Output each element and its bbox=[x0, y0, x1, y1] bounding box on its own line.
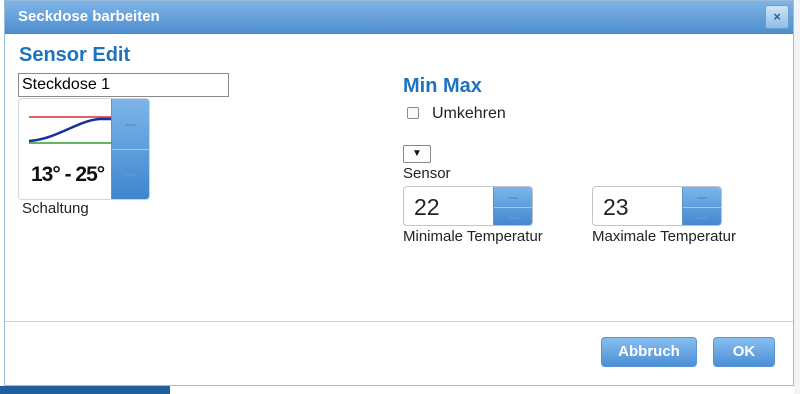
sensor-select[interactable]: ▼ bbox=[403, 145, 431, 163]
profile-down-button[interactable] bbox=[112, 149, 149, 199]
background-page-strip bbox=[794, 0, 800, 394]
ok-button[interactable]: OK bbox=[713, 337, 775, 367]
chevron-up-icon bbox=[697, 197, 707, 199]
edit-socket-dialog: Seckdose barbeiten × Sensor Edit 13° - 2… bbox=[4, 0, 794, 386]
min-temperature-value[interactable]: 22 bbox=[414, 194, 440, 221]
schaltung-label: Schaltung bbox=[22, 200, 89, 217]
cancel-button[interactable]: Abbruch bbox=[601, 337, 697, 367]
min-temperature-spinner[interactable] bbox=[493, 187, 532, 225]
max-temp-down-button[interactable] bbox=[683, 207, 721, 225]
min-temperature-label: Minimale Temperatur bbox=[403, 228, 543, 245]
sensor-label: Sensor bbox=[403, 165, 451, 182]
temperature-graph-icon bbox=[28, 116, 117, 144]
temperature-range-label: 13° - 25° bbox=[31, 163, 105, 186]
profile-spinner[interactable] bbox=[111, 99, 149, 199]
max-temperature-label: Maximale Temperatur bbox=[592, 228, 736, 245]
footer-divider bbox=[5, 321, 793, 322]
min-temp-up-button[interactable] bbox=[494, 187, 532, 208]
dialog-titlebar[interactable]: Seckdose barbeiten × bbox=[5, 1, 793, 34]
invert-checkbox-label[interactable]: Umkehren bbox=[432, 105, 506, 123]
socket-name-input[interactable] bbox=[18, 73, 229, 97]
background-taskbar-strip bbox=[0, 386, 170, 394]
close-icon: × bbox=[773, 9, 781, 24]
sensor-edit-heading: Sensor Edit bbox=[19, 44, 131, 66]
max-temperature-value[interactable]: 23 bbox=[603, 194, 629, 221]
dialog-title: Seckdose barbeiten bbox=[18, 8, 160, 25]
switching-profile-selector[interactable]: 13° - 25° bbox=[18, 98, 150, 200]
chevron-down-icon bbox=[508, 217, 518, 219]
max-temp-up-button[interactable] bbox=[683, 187, 721, 208]
invert-checkbox[interactable] bbox=[407, 107, 419, 119]
chevron-up-icon bbox=[508, 197, 518, 199]
min-temp-down-button[interactable] bbox=[494, 207, 532, 225]
min-temperature-field[interactable]: 22 bbox=[403, 186, 533, 226]
chevron-down-icon bbox=[697, 217, 707, 219]
dropdown-arrow-icon: ▼ bbox=[412, 148, 422, 159]
profile-up-button[interactable] bbox=[112, 99, 149, 150]
min-max-heading: Min Max bbox=[403, 75, 482, 97]
max-temperature-spinner[interactable] bbox=[682, 187, 721, 225]
chevron-down-icon bbox=[126, 174, 136, 176]
chevron-up-icon bbox=[126, 124, 136, 126]
max-temperature-field[interactable]: 23 bbox=[592, 186, 722, 226]
close-button[interactable]: × bbox=[765, 5, 789, 29]
